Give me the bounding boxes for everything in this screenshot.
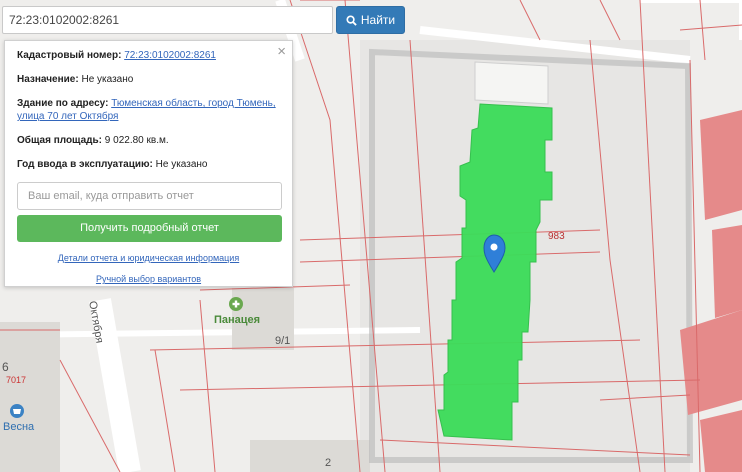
house-number-red-label: 7017 bbox=[6, 375, 27, 385]
area-row: Общая площадь: 9 022.80 кв.м. bbox=[17, 134, 280, 147]
shop-label[interactable]: Весна bbox=[3, 421, 34, 433]
pharmacy-icon[interactable] bbox=[229, 297, 243, 311]
purpose-label: Назначение: bbox=[17, 74, 79, 85]
year-value: Не указано bbox=[155, 159, 208, 170]
house-number-label: 6 bbox=[2, 360, 9, 374]
building-row: Здание по адресу: Тюменская область, гор… bbox=[17, 97, 280, 123]
cadastral-row: Кадастровый номер: 72:23:0102002:8261 bbox=[17, 49, 280, 62]
pharmacy-label[interactable]: Панацея bbox=[214, 314, 260, 326]
email-field[interactable]: Ваш email, куда отправить отчет bbox=[17, 182, 282, 210]
purpose-row: Назначение: Не указано bbox=[17, 73, 280, 86]
search-button-label: Найти bbox=[360, 13, 396, 27]
area-label: Общая площадь: bbox=[17, 135, 103, 146]
search-button[interactable]: Найти bbox=[336, 6, 405, 34]
year-row: Год ввода в эксплуатацию: Не указано bbox=[17, 158, 280, 171]
close-icon[interactable]: × bbox=[277, 44, 286, 59]
purpose-value: Не указано bbox=[81, 74, 134, 85]
cadastral-link[interactable]: 72:23:0102002:8261 bbox=[124, 50, 216, 61]
info-popup: × Кадастровый номер: 72:23:0102002:8261 … bbox=[4, 40, 293, 287]
parcel-number-label: 983 bbox=[548, 231, 565, 242]
cadastral-label: Кадастровый номер: bbox=[17, 50, 122, 61]
manual-selection-link[interactable]: Ручной выбор вариантов bbox=[96, 274, 201, 284]
area-value: 9 022.80 кв.м. bbox=[104, 135, 169, 146]
building-number-label: 9/1 bbox=[275, 335, 291, 347]
shop-icon[interactable] bbox=[10, 404, 24, 418]
search-icon bbox=[346, 14, 357, 26]
report-details-link[interactable]: Детали отчета и юридическая информация bbox=[58, 253, 239, 263]
year-label: Год ввода в эксплуатацию: bbox=[17, 159, 153, 170]
get-report-button[interactable]: Получить подробный отчет bbox=[17, 215, 282, 242]
building-label: Здание по адресу: bbox=[17, 98, 109, 109]
bottom-number-label: 2 bbox=[325, 457, 332, 469]
search-input[interactable]: 72:23:0102002:8261 bbox=[2, 6, 333, 34]
